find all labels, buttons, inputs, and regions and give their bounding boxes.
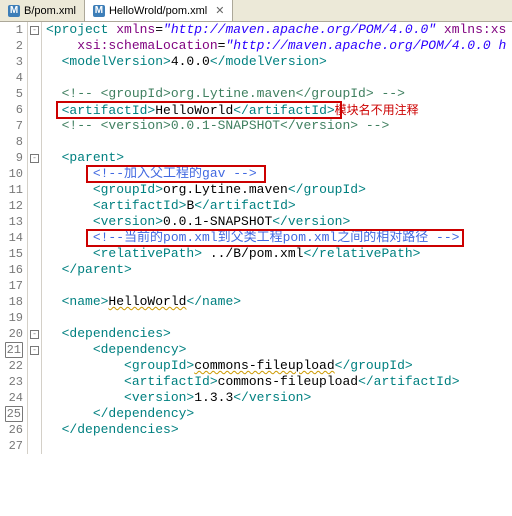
line-number: 13 — [0, 214, 23, 230]
line-number: 5 — [0, 86, 23, 102]
line-number: 16 — [0, 262, 23, 278]
line-number: 8 — [0, 134, 23, 150]
tab-helloworld-pom[interactable]: M HelloWrold/pom.xml ✕ — [85, 0, 233, 21]
line-number: 17 — [0, 278, 23, 294]
line-number: 3 — [0, 54, 23, 70]
line-number: 22 — [0, 358, 23, 374]
fold-minus-icon[interactable]: - — [30, 26, 39, 35]
code-area[interactable]: <project xmlns="http://maven.apache.org/… — [42, 22, 512, 454]
line-number: 21 — [0, 342, 23, 358]
line-number: 19 — [0, 310, 23, 326]
line-number: 6 — [0, 102, 23, 118]
line-number: 23 — [0, 374, 23, 390]
tab-b-pom[interactable]: M B/pom.xml — [0, 0, 85, 21]
line-number: 14 — [0, 230, 23, 246]
line-number: 20 — [0, 326, 23, 342]
code-editor: 1 2 3 4 5 6 7 8 9 10 11 12 13 14 15 16 1… — [0, 22, 512, 454]
editor-tabs: M B/pom.xml M HelloWrold/pom.xml ✕ — [0, 0, 512, 22]
line-number: 12 — [0, 198, 23, 214]
line-number: 15 — [0, 246, 23, 262]
annotation-text: 模块名不用注释 — [335, 103, 419, 117]
line-number: 27 — [0, 438, 23, 454]
line-number: 11 — [0, 182, 23, 198]
line-number: 10 — [0, 166, 23, 182]
line-number: 24 — [0, 390, 23, 406]
line-gutter: 1 2 3 4 5 6 7 8 9 10 11 12 13 14 15 16 1… — [0, 22, 28, 454]
fold-minus-icon[interactable]: - — [30, 330, 39, 339]
fold-minus-icon[interactable]: - — [30, 154, 39, 163]
line-number: 7 — [0, 118, 23, 134]
close-icon[interactable]: ✕ — [215, 4, 224, 17]
line-number: 2 — [0, 38, 23, 54]
maven-icon: M — [93, 5, 105, 17]
tab-label: B/pom.xml — [24, 5, 76, 17]
line-number: 9 — [0, 150, 23, 166]
tab-label: HelloWrold/pom.xml — [109, 5, 207, 17]
line-number: 25 — [0, 406, 23, 422]
fold-minus-icon[interactable]: - — [30, 346, 39, 355]
line-number: 4 — [0, 70, 23, 86]
maven-icon: M — [8, 5, 20, 17]
fold-gutter: - - - - — [28, 22, 42, 454]
line-number: 18 — [0, 294, 23, 310]
line-number: 1 — [0, 22, 23, 38]
line-number: 26 — [0, 422, 23, 438]
